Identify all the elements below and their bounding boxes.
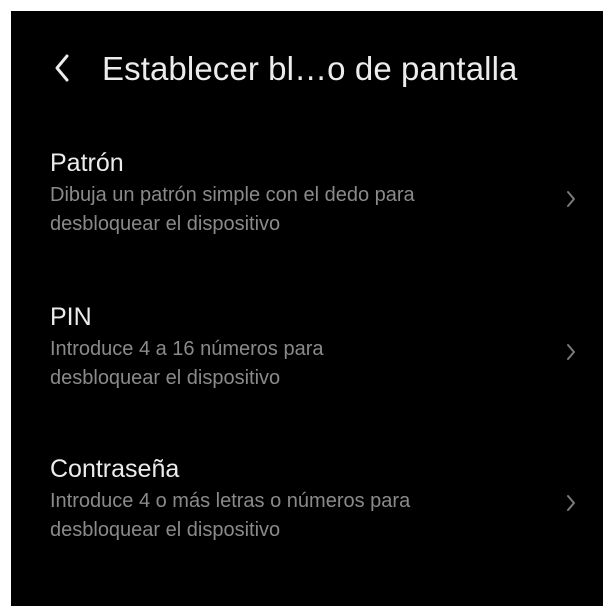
back-button[interactable] [47, 48, 81, 88]
option-description-line: Introduce 4 a 16 números para [50, 338, 324, 360]
option-title: Contraseña [50, 455, 180, 483]
option-pattern[interactable]: Patrón Dibuja un patrón simple con el de… [11, 147, 603, 277]
chevron-right-icon [563, 187, 579, 211]
screen: Establecer bl…o de pantalla Patrón Dibuj… [11, 11, 603, 606]
option-description-line: desbloquear el dispositivo [50, 519, 281, 541]
option-description: Dibuja un patrón simple con el dedo para… [50, 181, 520, 239]
option-title: Patrón [50, 149, 124, 177]
chevron-left-icon [55, 54, 69, 82]
option-description-line: desbloquear el dispositivo [50, 367, 281, 389]
page-title: Establecer bl…o de pantalla [102, 50, 518, 87]
chevron-right-icon [563, 340, 579, 364]
option-pin[interactable]: PIN Introduce 4 a 16 números para desblo… [11, 301, 603, 431]
option-description: Introduce 4 a 16 números para desbloquea… [50, 335, 520, 393]
option-description: Introduce 4 o más letras o números para … [50, 487, 520, 545]
option-description-line: Introduce 4 o más letras o números para [50, 490, 411, 512]
header: Establecer bl…o de pantalla [11, 11, 603, 131]
option-description-line: Dibuja un patrón simple con el dedo para [50, 184, 415, 206]
option-password[interactable]: Contraseña Introduce 4 o más letras o nú… [11, 453, 603, 583]
option-description-line: desbloquear el dispositivo [50, 213, 281, 235]
option-title: PIN [50, 303, 92, 331]
chevron-right-icon [563, 491, 579, 515]
